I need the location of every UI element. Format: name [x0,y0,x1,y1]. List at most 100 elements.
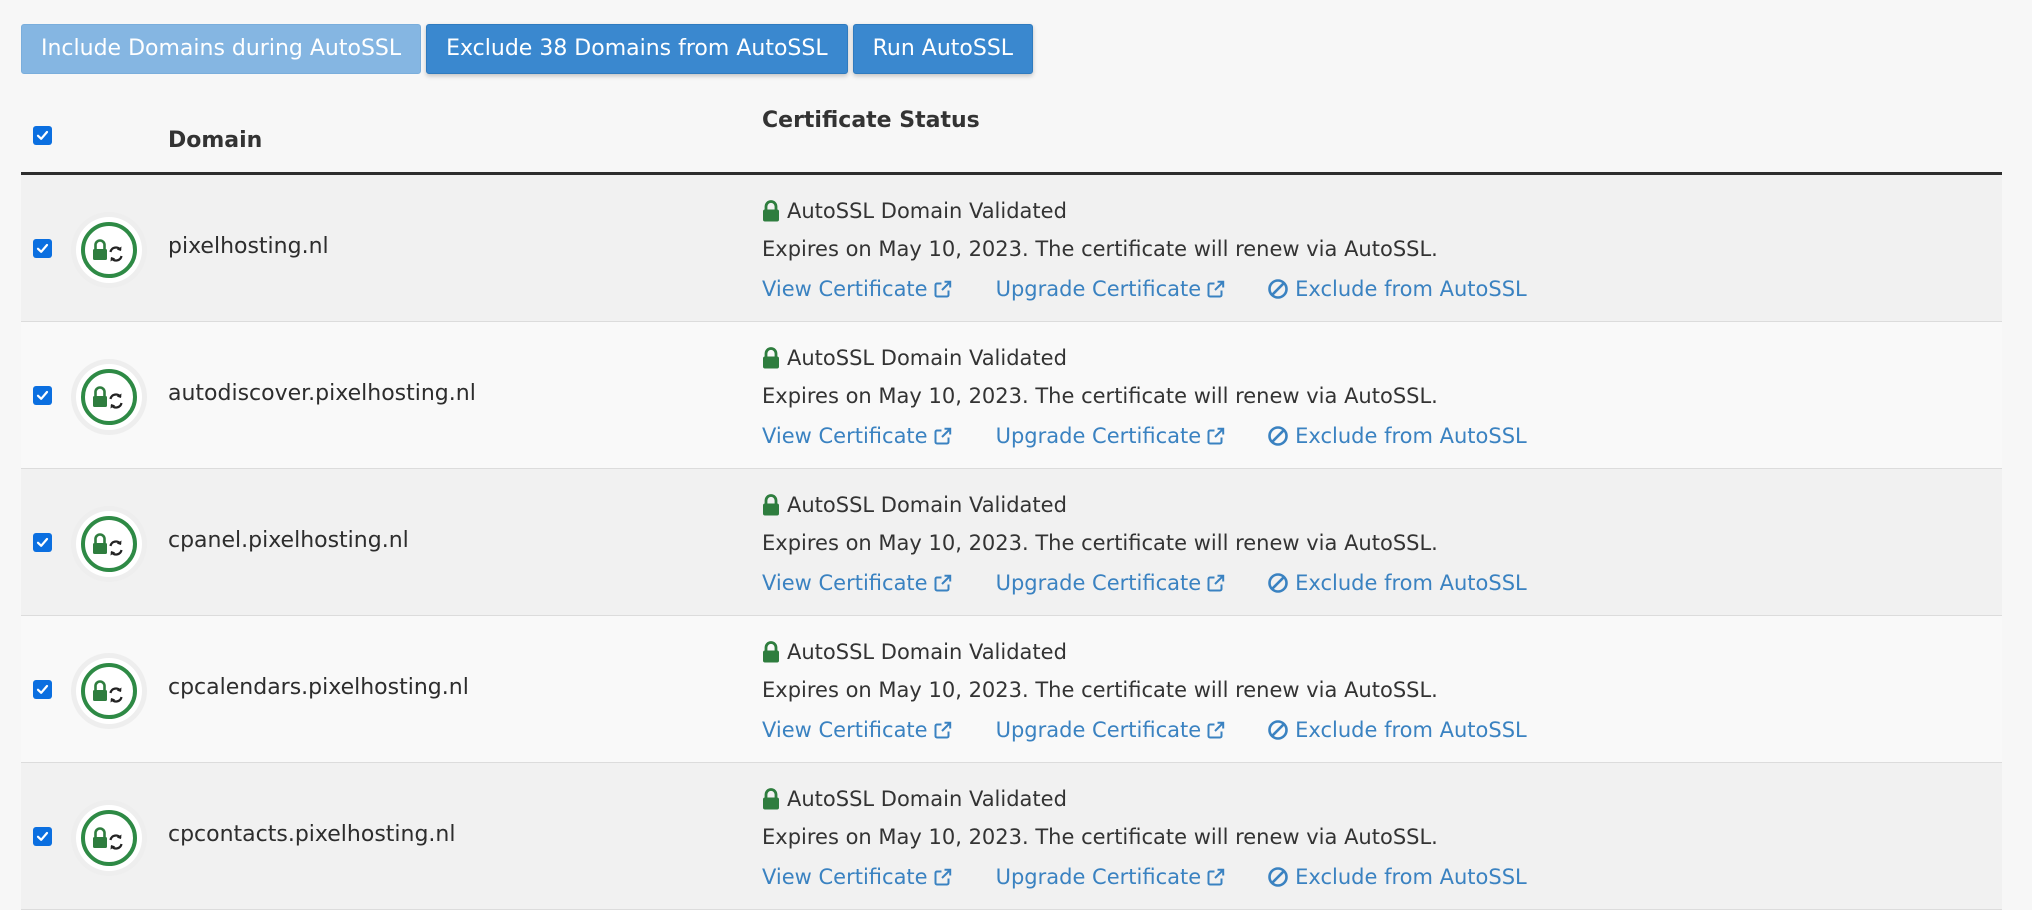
certificate-status: AutoSSL Domain Validated Expires on May … [762,781,1527,897]
domain-name: cpcalendars.pixelhosting.nl [168,675,469,700]
validation-status-text: AutoSSL Domain Validated [787,787,1067,811]
certificate-status-column-header: Certificate Status [762,108,980,133]
exclude-from-autossl-link[interactable]: Exclude from AutoSSL [1267,277,1527,301]
lock-icon [763,200,779,222]
exclude-from-autossl-link[interactable]: Exclude from AutoSSL [1267,424,1527,448]
exclude-from-autossl-link[interactable]: Exclude from AutoSSL [1267,865,1527,889]
external-link-icon [1207,721,1225,739]
expiration-text: Expires on May 10, 2023. The certificate… [762,237,1438,261]
exclude-from-autossl-label: Exclude from AutoSSL [1295,718,1527,742]
certificate-actions: View Certificate Upgrade Certificate Exc… [762,710,1527,750]
table-row: cpcalendars.pixelhosting.nl AutoSSL Doma… [21,616,2002,763]
domain-table-body: pixelhosting.nl AutoSSL Domain Validated… [21,175,2002,910]
upgrade-certificate-link[interactable]: Upgrade Certificate [996,865,1226,889]
view-certificate-label: View Certificate [762,718,928,742]
certificate-status: AutoSSL Domain Validated Expires on May … [762,340,1527,456]
table-row: pixelhosting.nl AutoSSL Domain Validated… [21,175,2002,322]
view-certificate-label: View Certificate [762,424,928,448]
certificate-status: AutoSSL Domain Validated Expires on May … [762,487,1527,603]
external-link-icon [934,868,951,886]
validation-status: AutoSSL Domain Validated [762,487,1527,523]
upgrade-certificate-label: Upgrade Certificate [995,571,1202,595]
validation-status-text: AutoSSL Domain Validated [787,199,1067,223]
row-checkbox[interactable] [33,533,52,552]
row-checkbox[interactable] [33,386,52,405]
view-certificate-link[interactable]: View Certificate [762,277,952,301]
external-link-icon [934,280,951,298]
external-link-icon [934,574,951,592]
upgrade-certificate-link[interactable]: Upgrade Certificate [996,424,1226,448]
validation-status: AutoSSL Domain Validated [762,193,1527,229]
ban-icon [1268,279,1288,299]
exclude-from-autossl-label: Exclude from AutoSSL [1295,424,1527,448]
external-link-icon [1207,280,1225,298]
lock-icon [763,641,779,663]
validation-status: AutoSSL Domain Validated [762,634,1527,670]
validation-status: AutoSSL Domain Validated [762,340,1527,376]
domain-name: autodiscover.pixelhosting.nl [168,381,476,406]
exclude-from-autossl-label: Exclude from AutoSSL [1295,277,1527,301]
row-checkbox[interactable] [33,680,52,699]
exclude-domains-button[interactable]: Exclude 38 Domains from AutoSSL [426,24,848,74]
domain-name: cpanel.pixelhosting.nl [168,528,409,553]
external-link-icon [1207,574,1225,592]
lock-sync-icon [70,505,148,583]
lock-sync-icon [70,211,148,289]
lock-icon [763,788,779,810]
lock-sync-icon [70,358,148,436]
validation-status: AutoSSL Domain Validated [762,781,1527,817]
certificate-actions: View Certificate Upgrade Certificate Exc… [762,269,1527,309]
include-domains-button[interactable]: Include Domains during AutoSSL [21,24,422,74]
external-link-icon [934,721,951,739]
toolbar: Include Domains during AutoSSL Exclude 3… [21,24,2002,74]
exclude-from-autossl-label: Exclude from AutoSSL [1295,571,1527,595]
select-all-checkbox[interactable] [33,126,52,145]
domain-name: pixelhosting.nl [168,234,329,259]
upgrade-certificate-label: Upgrade Certificate [995,718,1202,742]
certificate-actions: View Certificate Upgrade Certificate Exc… [762,416,1527,456]
exclude-from-autossl-link[interactable]: Exclude from AutoSSL [1267,718,1527,742]
ban-icon [1268,867,1288,887]
exclude-from-autossl-label: Exclude from AutoSSL [1295,865,1527,889]
expiration-text: Expires on May 10, 2023. The certificate… [762,825,1438,849]
lock-sync-icon [70,652,148,730]
view-certificate-link[interactable]: View Certificate [762,571,952,595]
expiration-text: Expires on May 10, 2023. The certificate… [762,531,1438,555]
upgrade-certificate-label: Upgrade Certificate [995,277,1202,301]
certificate-actions: View Certificate Upgrade Certificate Exc… [762,563,1527,603]
lock-sync-icon [70,799,148,877]
exclude-from-autossl-link[interactable]: Exclude from AutoSSL [1267,571,1527,595]
table-row: cpcontacts.pixelhosting.nl AutoSSL Domai… [21,763,2002,910]
view-certificate-link[interactable]: View Certificate [762,718,952,742]
ban-icon [1268,720,1288,740]
ban-icon [1268,573,1288,593]
lock-icon [763,347,779,369]
upgrade-certificate-link[interactable]: Upgrade Certificate [996,571,1226,595]
view-certificate-link[interactable]: View Certificate [762,865,952,889]
external-link-icon [934,427,951,445]
view-certificate-label: View Certificate [762,277,928,301]
row-checkbox[interactable] [33,827,52,846]
lock-icon [763,494,779,516]
run-autossl-button[interactable]: Run AutoSSL [852,24,1034,74]
certificate-status: AutoSSL Domain Validated Expires on May … [762,634,1527,750]
table-header: Domain Certificate Status [21,90,2002,175]
certificate-status: AutoSSL Domain Validated Expires on May … [762,193,1527,309]
external-link-icon [1207,868,1225,886]
view-certificate-label: View Certificate [762,571,928,595]
autossl-domain-manager: Include Domains during AutoSSL Exclude 3… [21,24,2002,910]
expiration-text: Expires on May 10, 2023. The certificate… [762,678,1438,702]
ban-icon [1268,426,1288,446]
row-checkbox[interactable] [33,239,52,258]
certificate-actions: View Certificate Upgrade Certificate Exc… [762,857,1527,897]
table-row: autodiscover.pixelhosting.nl AutoSSL Dom… [21,322,2002,469]
domain-column-header[interactable]: Domain [168,128,262,153]
view-certificate-label: View Certificate [762,865,928,889]
upgrade-certificate-label: Upgrade Certificate [995,865,1202,889]
upgrade-certificate-link[interactable]: Upgrade Certificate [996,277,1226,301]
upgrade-certificate-link[interactable]: Upgrade Certificate [996,718,1226,742]
validation-status-text: AutoSSL Domain Validated [787,493,1067,517]
domain-name: cpcontacts.pixelhosting.nl [168,822,456,847]
table-row: cpanel.pixelhosting.nl AutoSSL Domain Va… [21,469,2002,616]
view-certificate-link[interactable]: View Certificate [762,424,952,448]
